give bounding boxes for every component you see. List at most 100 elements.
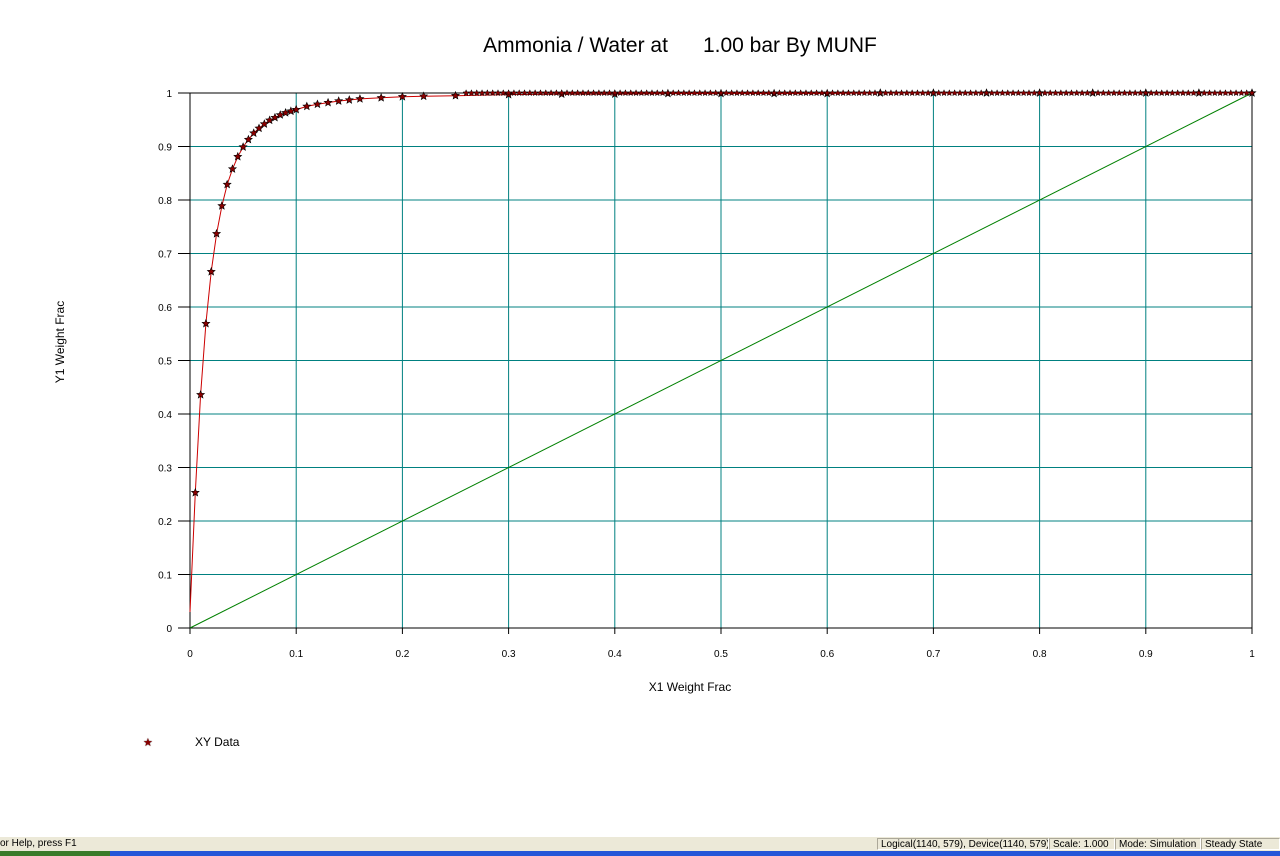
data-point-star bbox=[993, 89, 1001, 97]
data-point-star bbox=[972, 89, 980, 97]
data-point-star bbox=[1009, 89, 1017, 97]
data-point-star bbox=[1020, 89, 1028, 97]
status-state: Steady State bbox=[1201, 838, 1280, 850]
data-point-star bbox=[600, 89, 608, 97]
data-point-star bbox=[1025, 89, 1033, 97]
data-point-star bbox=[573, 89, 582, 97]
data-point-star bbox=[312, 99, 322, 109]
data-point-star bbox=[637, 89, 646, 97]
data-point-star bbox=[690, 89, 699, 97]
data-point-star bbox=[754, 89, 762, 97]
data-point-star bbox=[1232, 89, 1240, 97]
data-point-star bbox=[222, 179, 232, 189]
data-point-star bbox=[696, 89, 704, 97]
data-point-star bbox=[627, 89, 635, 97]
legend: ★ XY Data bbox=[143, 734, 239, 750]
data-point-star bbox=[1120, 89, 1129, 97]
x-tick-label: 0.3 bbox=[502, 649, 516, 660]
data-point-star bbox=[759, 89, 768, 97]
x-axis-label: X1 Weight Frac bbox=[648, 680, 732, 694]
data-point-star bbox=[680, 89, 688, 97]
data-point-star bbox=[1227, 89, 1235, 97]
data-point-star bbox=[839, 89, 847, 97]
x-tick-label: 1 bbox=[1249, 649, 1255, 660]
data-point-star bbox=[834, 89, 842, 97]
data-point-star bbox=[892, 89, 900, 97]
data-point-star bbox=[563, 89, 571, 97]
data-point-star bbox=[765, 89, 773, 97]
data-point-star bbox=[908, 89, 916, 97]
data-point-star bbox=[812, 89, 821, 97]
data-point-star bbox=[998, 89, 1007, 97]
data-point-star bbox=[1131, 89, 1139, 97]
y-tick-label: 0.5 bbox=[158, 357, 172, 368]
x-tick-label: 0 bbox=[187, 649, 193, 660]
x-tick-label: 0.9 bbox=[1139, 649, 1153, 660]
status-help-text: or Help, press F1 bbox=[0, 838, 77, 849]
data-point-star bbox=[674, 89, 683, 97]
data-point-star bbox=[1126, 89, 1134, 97]
data-point-star bbox=[344, 95, 354, 104]
xy-plot: 0 0.1 0.2 0.3 0.4 0.5 0.6 0.7 0.8 0.9 1 0 0.1 0.2 0.3 0… bbox=[158, 88, 1257, 660]
y-tick-label: 0.1 bbox=[158, 571, 172, 582]
data-point-star bbox=[1179, 89, 1187, 97]
data-point-star bbox=[881, 89, 890, 97]
data-point-star bbox=[595, 89, 603, 97]
data-point-star bbox=[1158, 89, 1166, 97]
data-point-star bbox=[291, 104, 301, 114]
y-tick-label: 0.4 bbox=[158, 410, 172, 421]
data-point-star bbox=[791, 89, 800, 97]
data-point-star bbox=[579, 89, 587, 97]
data-point-star bbox=[648, 89, 656, 97]
data-point-star bbox=[966, 89, 975, 97]
data-point-star bbox=[1184, 89, 1192, 97]
x-tick-label: 0.7 bbox=[926, 649, 940, 660]
chart-area: Ammonia / Water at 1.00 bar By MUNF 0 0.1… bbox=[0, 0, 1280, 836]
data-point-star bbox=[1099, 89, 1107, 97]
y-tick-label: 0.6 bbox=[158, 303, 172, 314]
data-point-star bbox=[945, 89, 953, 97]
data-point-star bbox=[632, 89, 640, 97]
data-point-star bbox=[1110, 89, 1118, 97]
data-point-star bbox=[201, 318, 211, 328]
data-point-star bbox=[238, 142, 248, 151]
data-point-star bbox=[611, 89, 619, 97]
data-point-star bbox=[1136, 89, 1145, 97]
data-point-star bbox=[1216, 89, 1224, 97]
data-point-star bbox=[956, 89, 964, 97]
data-point-star bbox=[397, 91, 407, 101]
legend-label: XY Data bbox=[195, 735, 240, 749]
data-point-star bbox=[1094, 89, 1102, 97]
data-point-star bbox=[355, 94, 365, 103]
y-axis-label: Y1 Weight Frac bbox=[53, 300, 67, 384]
data-point-star bbox=[722, 89, 730, 97]
data-point-star bbox=[919, 89, 927, 97]
x-tick-label: 0.5 bbox=[714, 649, 728, 660]
x-tick-label: 0.6 bbox=[820, 649, 834, 660]
data-point-star bbox=[1200, 89, 1208, 97]
data-point-star bbox=[1168, 89, 1177, 97]
data-point-star bbox=[1237, 89, 1246, 97]
data-point-star bbox=[887, 89, 895, 97]
y-tick-label: 0.2 bbox=[158, 517, 172, 528]
data-point-star bbox=[903, 89, 911, 97]
status-scale: Scale: 1.000 bbox=[1049, 838, 1115, 850]
data-point-star bbox=[924, 89, 932, 97]
status-mode: Mode: Simulation bbox=[1115, 838, 1201, 850]
data-point-star bbox=[552, 89, 561, 97]
legend-star-icon: ★ bbox=[143, 736, 153, 749]
y-tick-label: 1 bbox=[166, 89, 172, 100]
data-point-star bbox=[807, 89, 815, 97]
data-point-star bbox=[701, 89, 709, 97]
data-point-star bbox=[568, 89, 576, 97]
data-point-star bbox=[1004, 89, 1012, 97]
data-point-star bbox=[1083, 89, 1092, 97]
data-point-star bbox=[1152, 89, 1161, 97]
data-point-star bbox=[1046, 89, 1054, 97]
data-point-star bbox=[462, 89, 470, 97]
data-point-star bbox=[227, 164, 238, 173]
data-point-star bbox=[302, 101, 312, 111]
x-tick-label: 0.1 bbox=[289, 649, 303, 660]
data-point-star bbox=[376, 93, 386, 102]
data-point-star bbox=[685, 89, 693, 97]
